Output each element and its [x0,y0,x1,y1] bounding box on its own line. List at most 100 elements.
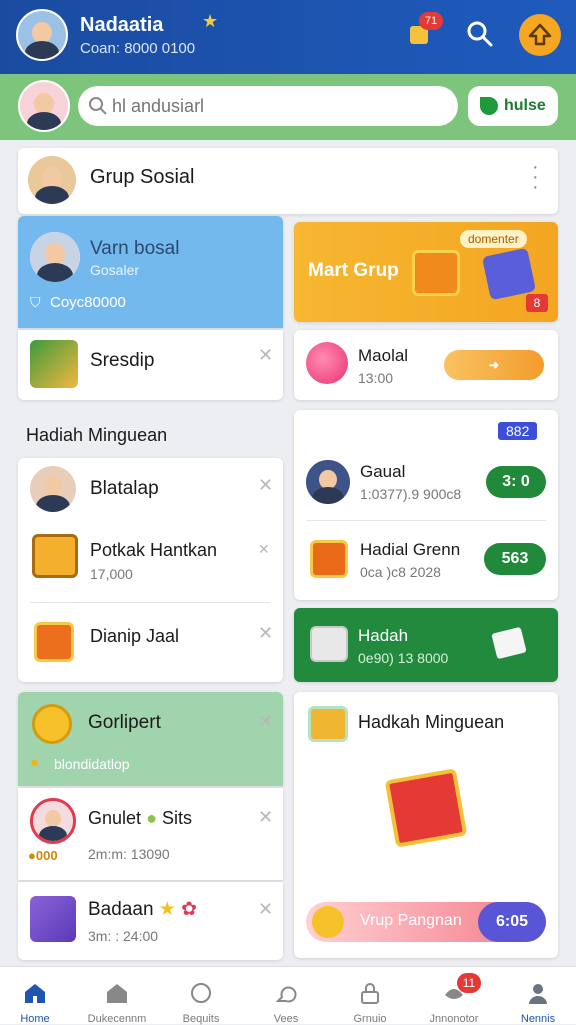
promo-tag: domenter [460,230,527,248]
item-title: Hadial Grenn [360,540,461,559]
nav-label: Home [20,1013,50,1025]
chest-icon [32,534,78,578]
nav-item-dukecennm[interactable]: Dukecennm [76,967,158,1025]
item-title: Sresdip [90,350,155,371]
close-icon[interactable]: ✕ [258,346,273,364]
nav-item-bequits[interactable]: Bequits [160,967,242,1025]
banner-label: Vrup Pangnan [360,912,462,929]
close-icon[interactable]: ✕ [258,476,273,494]
search-row: hulse [0,74,576,140]
upgrade-button[interactable] [519,14,561,56]
nav-item-grnuio[interactable]: Grnuio [329,967,411,1025]
gift-icon [310,540,348,578]
nav-item-home[interactable]: Home [0,967,76,1025]
item-title: Blatalap [90,478,159,499]
rewards-list: Blatalap ✕ Potkak Hantkan 17,000 ✕ Diani… [18,458,283,682]
profile-subtitle: Gosaler [90,262,140,278]
shield-icon: ⛉ [30,294,41,310]
search-input[interactable] [112,94,442,118]
group-avatar [28,156,76,204]
card-title: Hadkah Minguean [358,712,505,732]
search-button-label: hulse [504,97,546,114]
item-title: Maolal [358,346,409,365]
coin-balance: Coan: 8000 0100 [80,40,196,57]
search-icon [89,97,107,115]
chat-icon [191,983,211,1003]
heart-icon [275,986,297,1003]
banner-subtitle: 0e90) 13 8000 [358,650,449,666]
rewards-list-right: 882 Gaual 1:0377).9 900c8 3: 0 Hadial Gr… [294,410,558,600]
username: Nadaatia [80,14,164,36]
list-item[interactable]: Gnulet ● Sits 2m:m: 13090 ●000 ✕ [18,788,283,880]
home-icon [25,984,45,1003]
player-avatar [306,460,350,504]
gift-icon [310,626,348,662]
list-item[interactable]: Badaan ★ ✿ 3m: : 24:00 ✕ [18,882,283,960]
nav-item-nennis[interactable]: Nennis [497,967,576,1025]
list-item[interactable]: Sresdip ✕ [18,330,283,400]
item-title: Potkak Hantkan [90,540,218,560]
close-icon[interactable]: ✕ [258,540,270,558]
close-icon[interactable]: ✕ [258,900,273,918]
gift-icon [412,250,460,296]
item-subtitle: 1:0377).9 900c8 [360,486,462,502]
group-card[interactable]: Grup Sosial · · · [18,148,558,214]
notification-badge: 71 [419,12,443,30]
list-item[interactable]: Maolal 13:00 ➜ [294,330,558,400]
promo-label: Mart Grup [308,260,399,281]
coin-icon [312,906,344,938]
item-title: Gaual [360,462,406,481]
house-icon [107,984,127,1003]
bottom-nav: Home Dukecennm Bequits Vees Grnuio 11 Jn… [0,966,576,1025]
promo-banner[interactable]: Mart Grup domenter 8 [294,222,558,322]
action-button[interactable]: 563 [484,543,546,575]
box-icon [30,896,76,942]
item-meta: 2m:m: 13090 [88,846,170,862]
nav-label: Nennis [520,1013,556,1025]
nav-item-vees[interactable]: Vees [245,967,327,1025]
nav-label: Bequits [182,1013,220,1025]
redeem-banner[interactable]: Vrup Pangnan 6:05 [306,902,546,942]
close-icon[interactable]: ✕ [258,624,273,642]
item-meta: 3m: : 24:00 [88,928,159,944]
medal-icon [32,704,72,744]
player-avatar [30,798,76,844]
reward-banner[interactable]: Hadah 0e90) 13 8000 [294,608,558,682]
divider [30,602,271,603]
member-avatar [30,232,80,282]
user-avatar[interactable] [18,80,70,132]
bonus-card[interactable]: Gorlipert ✕ ● blondidatlop [18,692,283,786]
profile-avatar[interactable] [16,9,68,61]
item-subtitle: 17,000 [90,566,133,582]
person-icon [529,984,547,1004]
action-button[interactable]: 3: 0 [486,466,546,498]
coin-count: ●000 [28,848,58,863]
game-thumbnail [30,340,78,388]
nav-item-jnnonotor[interactable]: 11 Jnnonotor [413,967,495,1025]
search-field[interactable] [78,86,458,126]
coin-icon: ● [30,754,40,771]
close-icon[interactable]: ✕ [258,712,273,730]
envelope-icon[interactable] [491,626,527,660]
close-icon[interactable]: ✕ [258,808,273,826]
group-title: Grup Sosial [90,166,195,188]
claim-button[interactable]: ➜ [444,350,544,380]
nav-badge: 11 [457,973,481,993]
item-title: Badaan ★ ✿ [88,899,198,920]
leaf-icon [480,97,498,115]
item-title: Gnulet ● Sits [88,808,192,828]
banner-value[interactable]: 6:05 [478,902,546,942]
search-button[interactable]: hulse [468,86,558,126]
item-time: 13:00 [358,370,394,386]
profile-card[interactable]: Varn bosal Gosaler ⛉ Coyc80000 [18,216,283,328]
gift-icon [308,706,348,742]
item-subtitle: 0ca )c8 2028 [360,564,441,580]
more-options-icon[interactable]: · · · [532,157,539,197]
search-icon[interactable] [466,20,494,48]
count-badge: 882 [498,422,538,440]
weekly-reward-card[interactable]: Hadkah Minguean Vrup Pangnan 6:05 [294,692,558,958]
nav-label: Dukecennm [87,1013,147,1025]
friends-avatar [30,466,76,512]
nav-label: Vees [273,1013,299,1025]
item-title: Gorlipert [88,712,161,733]
